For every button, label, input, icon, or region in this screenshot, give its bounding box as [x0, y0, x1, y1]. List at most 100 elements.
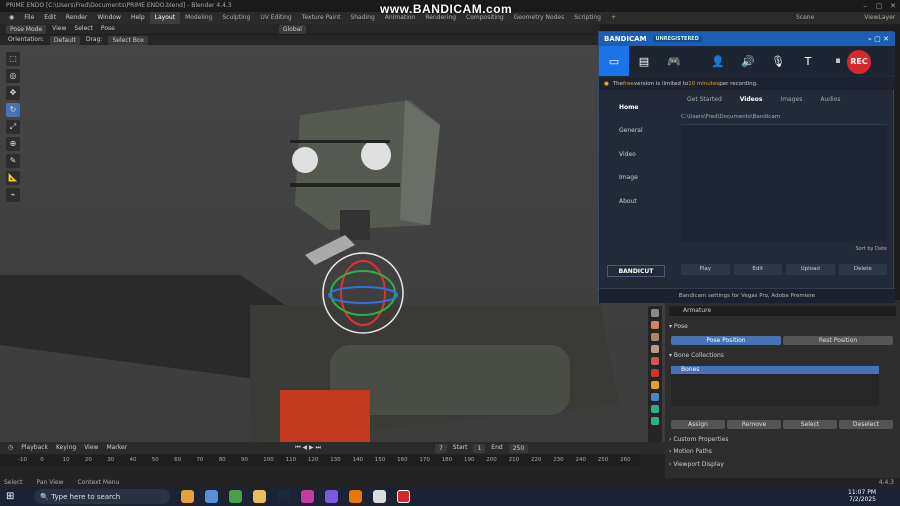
bandicut-button[interactable]: BANDICUT — [607, 265, 665, 277]
close-icon[interactable]: ✕ — [886, 0, 900, 12]
blender-taskbar-icon[interactable] — [349, 490, 363, 503]
pose-section-header[interactable]: ▾ Pose — [669, 322, 896, 332]
nav-general[interactable]: General — [619, 127, 643, 134]
delete-button[interactable]: Delete — [838, 264, 887, 275]
tab-geometry-nodes[interactable]: Geometry Nodes — [509, 12, 570, 24]
output-folder-path[interactable]: C:\Users\Fred\Documents\Bandicam — [681, 112, 887, 122]
tab-sculpting[interactable]: Sculpting — [217, 12, 255, 24]
view-layer-selector[interactable]: ViewLayer — [859, 12, 900, 24]
deselect-button[interactable]: Deselect — [839, 420, 893, 429]
tool-tab-icon[interactable] — [651, 309, 659, 317]
object-name-field[interactable]: Armature — [669, 306, 896, 316]
rec-button[interactable]: REC — [847, 50, 871, 74]
file-explorer-icon[interactable] — [253, 490, 267, 503]
app-icon[interactable] — [301, 490, 315, 503]
edit-button[interactable]: Edit — [733, 264, 782, 275]
blender-logo-icon[interactable]: ◉ — [4, 12, 19, 24]
menu-select[interactable]: Select — [70, 24, 97, 34]
menu-render[interactable]: Render — [61, 12, 92, 24]
scene-selector[interactable]: Scene — [791, 12, 819, 24]
bone-tool-icon[interactable]: ⌁ — [6, 188, 20, 202]
screen-mode-icon[interactable]: ▭ — [599, 46, 629, 76]
remove-button[interactable]: Remove — [727, 420, 781, 429]
armature-tab-icon[interactable] — [651, 405, 659, 413]
playback-controls[interactable]: ⏮ ◀ ▶ ⏭ — [291, 443, 325, 453]
measure-tool-icon[interactable]: 📐 — [6, 171, 20, 185]
scale-tool-icon[interactable]: ⤢ — [6, 120, 20, 134]
tab-layout[interactable]: Layout — [149, 12, 181, 24]
tab-texture-paint[interactable]: Texture Paint — [297, 12, 346, 24]
end-frame-field[interactable]: 250 — [508, 443, 529, 453]
nav-image[interactable]: Image — [619, 174, 638, 181]
steam-icon[interactable] — [277, 490, 291, 503]
text-icon[interactable]: T — [793, 46, 823, 76]
rotate-tool-icon[interactable]: ↻ — [6, 103, 20, 117]
transform-orientation[interactable]: Global — [278, 24, 306, 34]
tab-modeling[interactable]: Modeling — [180, 12, 217, 24]
add-workspace-icon[interactable]: + — [606, 12, 621, 24]
discord-icon[interactable] — [325, 490, 339, 503]
3d-viewport[interactable] — [0, 45, 665, 442]
object-tab-icon[interactable] — [651, 381, 659, 389]
select-button[interactable]: Select — [783, 420, 837, 429]
tab-shading[interactable]: Shading — [345, 12, 379, 24]
orientation-selector[interactable]: Default — [49, 35, 80, 45]
nav-video[interactable]: Video — [619, 151, 636, 158]
assign-button[interactable]: Assign — [671, 420, 725, 429]
system-clock[interactable]: 11:07 PM 7/2/2025 — [848, 489, 876, 503]
pose-position-button[interactable]: Pose Position — [671, 336, 781, 345]
maximize-icon[interactable]: ▢ — [872, 0, 886, 12]
tab-audios[interactable]: Audios — [820, 94, 840, 106]
transform-tool-icon[interactable]: ⊕ — [6, 137, 20, 151]
bandicam-taskbar-icon[interactable] — [397, 490, 411, 503]
menu-window[interactable]: Window — [92, 12, 126, 24]
custom-properties-header[interactable]: › Custom Properties — [669, 435, 896, 445]
viewport-display-header[interactable]: › Viewport Display — [669, 460, 896, 470]
view-layer-tab-icon[interactable] — [651, 345, 659, 353]
taskbar-search[interactable]: 🔍 Type here to search — [34, 489, 171, 504]
tab-videos[interactable]: Videos — [740, 94, 763, 106]
sort-by-date[interactable]: Sort by Date — [855, 246, 887, 252]
tab-get-started[interactable]: Get Started — [687, 94, 722, 106]
speaker-icon[interactable]: 🔊 — [733, 46, 763, 76]
timeline-icon[interactable]: ◷ — [4, 443, 17, 453]
chrome-icon[interactable] — [229, 490, 243, 503]
nav-home[interactable]: Home — [619, 104, 638, 111]
menu-view[interactable]: View — [48, 24, 70, 34]
video-file-list[interactable] — [681, 124, 887, 242]
mode-selector[interactable]: Pose Mode — [6, 24, 47, 34]
tab-images[interactable]: Images — [780, 94, 802, 106]
modifier-tab-icon[interactable] — [651, 393, 659, 401]
capcut-icon[interactable] — [373, 490, 387, 503]
menu-pose[interactable]: Pose — [97, 24, 119, 34]
render-tab-icon[interactable] — [651, 321, 659, 329]
menu-file[interactable]: File — [19, 12, 39, 24]
widgets-icon[interactable] — [181, 490, 195, 503]
webcam-icon[interactable]: 👤 — [703, 46, 733, 76]
bandicam-window-controls[interactable]: – ▢ ✕ — [868, 35, 889, 43]
motion-paths-header[interactable]: › Motion Paths — [669, 447, 896, 457]
bone-collection-item[interactable]: Bones — [671, 366, 879, 374]
move-tool-icon[interactable]: ✥ — [6, 86, 20, 100]
current-frame-field[interactable]: 7 — [434, 443, 447, 453]
start-frame-field[interactable]: 1 — [473, 443, 486, 453]
bone-collections-header[interactable]: ▾ Bone Collections — [669, 351, 896, 361]
rest-position-button[interactable]: Rest Position — [783, 336, 893, 345]
marker-menu[interactable]: Marker — [102, 443, 131, 453]
keying-menu[interactable]: Keying — [52, 443, 80, 453]
drag-selector[interactable]: Select Box — [108, 35, 149, 45]
select-tool-icon[interactable]: ⬚ — [6, 52, 20, 66]
nav-about[interactable]: About — [619, 198, 637, 205]
cursor-tool-icon[interactable]: ◎ — [6, 69, 20, 83]
menu-edit[interactable]: Edit — [39, 12, 61, 24]
scene-tab-icon[interactable] — [651, 357, 659, 365]
upload-button[interactable]: Upload — [786, 264, 835, 275]
playback-menu[interactable]: Playback — [17, 443, 52, 453]
output-tab-icon[interactable] — [651, 333, 659, 341]
bandicam-footer-link[interactable]: Bandicam settings for Vegas Pro, Adobe P… — [599, 288, 895, 303]
bone-tab-icon[interactable] — [651, 417, 659, 425]
minimize-icon[interactable]: – — [858, 0, 872, 12]
microphone-icon[interactable]: 🎙 — [763, 46, 793, 76]
game-mode-icon[interactable]: 🎮 — [659, 46, 689, 76]
annotate-tool-icon[interactable]: ✎ — [6, 154, 20, 168]
